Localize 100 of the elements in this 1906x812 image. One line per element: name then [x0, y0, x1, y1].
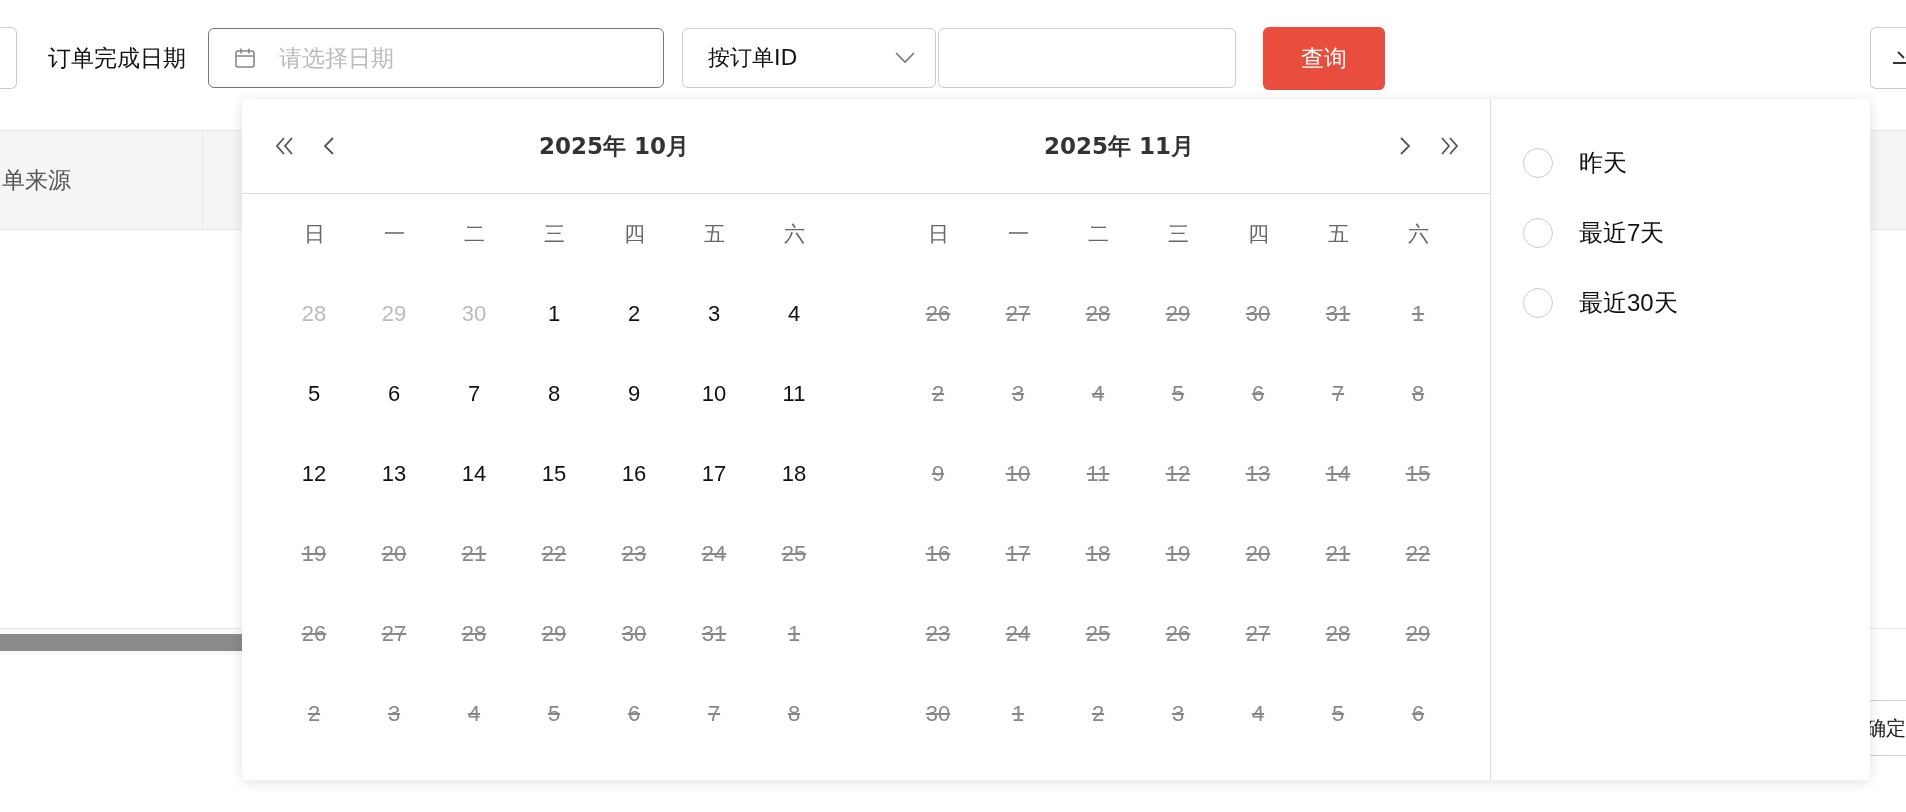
- calendar-day[interactable]: 23: [621, 541, 647, 567]
- calendar-day[interactable]: 20: [381, 541, 407, 567]
- calendar-day[interactable]: 4: [787, 301, 801, 327]
- calendar-day[interactable]: 24: [1005, 621, 1031, 647]
- calendar-day[interactable]: 1: [1011, 701, 1025, 727]
- calendar-day[interactable]: 12: [301, 461, 327, 487]
- calendar-day[interactable]: 4: [1251, 701, 1265, 727]
- calendar-day[interactable]: 3: [707, 301, 721, 327]
- calendar-day[interactable]: 13: [1245, 461, 1271, 487]
- calendar-day[interactable]: 4: [467, 701, 481, 727]
- calendar-day[interactable]: 25: [781, 541, 807, 567]
- calendar-day[interactable]: 11: [1086, 461, 1110, 487]
- calendar-day[interactable]: 16: [925, 541, 951, 567]
- calendar-day[interactable]: 26: [925, 301, 951, 327]
- calendar-day[interactable]: 30: [925, 701, 951, 727]
- weekday-label: 五: [703, 221, 725, 248]
- chevron-right-icon[interactable]: [1398, 136, 1412, 156]
- calendar-day[interactable]: 31: [701, 621, 727, 647]
- calendar-day[interactable]: 1: [787, 621, 801, 647]
- calendar-day[interactable]: 18: [781, 461, 807, 487]
- calendar-day[interactable]: 5: [307, 381, 321, 407]
- calendar-day[interactable]: 5: [1331, 701, 1345, 727]
- calendar-day[interactable]: 1: [547, 301, 561, 327]
- calendar-day[interactable]: 26: [301, 621, 327, 647]
- calendar-day[interactable]: 4: [1091, 381, 1105, 407]
- calendar-day[interactable]: 9: [627, 381, 641, 407]
- calendar-day[interactable]: 9: [931, 461, 945, 487]
- shortcut-option[interactable]: 最近30天: [1523, 283, 1678, 323]
- calendar-day[interactable]: 28: [1325, 621, 1351, 647]
- calendar-day[interactable]: 28: [1085, 301, 1111, 327]
- calendar-day[interactable]: 5: [1171, 381, 1185, 407]
- calendar-day[interactable]: 16: [621, 461, 647, 487]
- calendar-day[interactable]: 20: [1245, 541, 1271, 567]
- id-select[interactable]: 按订单ID: [682, 28, 936, 88]
- calendar-day[interactable]: 7: [467, 381, 481, 407]
- calendar-day[interactable]: 18: [1085, 541, 1111, 567]
- calendar-day[interactable]: 21: [1325, 541, 1351, 567]
- shortcut-option[interactable]: 最近7天: [1523, 213, 1665, 253]
- calendar-day[interactable]: 12: [1165, 461, 1191, 487]
- input-field[interactable]: [938, 28, 1236, 88]
- calendar-day[interactable]: 3: [1171, 701, 1185, 727]
- query-button[interactable]: 查询: [1263, 26, 1385, 90]
- calendar-day[interactable]: 30: [621, 621, 647, 647]
- calendar-day[interactable]: 6: [1251, 381, 1265, 407]
- calendar-day[interactable]: 2: [1091, 701, 1105, 727]
- calendar-day[interactable]: 2: [931, 381, 945, 407]
- input-field[interactable]: [0, 27, 17, 89]
- weekday-label: 一: [383, 221, 405, 248]
- calendar-day[interactable]: 15: [541, 461, 567, 487]
- calendar-day[interactable]: 19: [1165, 541, 1191, 567]
- calendar-day[interactable]: 10: [701, 381, 727, 407]
- calendar-day[interactable]: 2: [627, 301, 641, 327]
- calendar-day[interactable]: 10: [1005, 461, 1031, 487]
- calendar-day[interactable]: 29: [1165, 301, 1191, 327]
- calendar-day[interactable]: 28: [461, 621, 487, 647]
- calendar-day[interactable]: 25: [1085, 621, 1111, 647]
- calendar-day[interactable]: 30: [461, 301, 487, 327]
- calendar-day[interactable]: 27: [381, 621, 407, 647]
- calendar-day[interactable]: 8: [547, 381, 561, 407]
- chevron-left-icon[interactable]: [322, 136, 336, 156]
- calendar-day[interactable]: 17: [701, 461, 727, 487]
- calendar-day[interactable]: 13: [381, 461, 407, 487]
- calendar-day[interactable]: 3: [387, 701, 401, 727]
- calendar-day[interactable]: 2: [307, 701, 321, 727]
- calendar-day[interactable]: 19: [301, 541, 327, 567]
- calendar-day[interactable]: 15: [1405, 461, 1431, 487]
- calendar-day[interactable]: 8: [1411, 381, 1425, 407]
- calendar-day[interactable]: 21: [461, 541, 487, 567]
- calendar-day[interactable]: 29: [381, 301, 407, 327]
- calendar-day[interactable]: 29: [541, 621, 567, 647]
- calendar-day[interactable]: 30: [1245, 301, 1271, 327]
- calendar-day[interactable]: 17: [1005, 541, 1031, 567]
- export-button[interactable]: [1870, 27, 1906, 89]
- date-field[interactable]: 请选择日期: [208, 28, 664, 88]
- calendar-day[interactable]: 1: [1411, 301, 1425, 327]
- calendar-day[interactable]: 29: [1405, 621, 1431, 647]
- calendar-day[interactable]: 28: [301, 301, 327, 327]
- calendar-day[interactable]: 14: [1325, 461, 1351, 487]
- calendar-day[interactable]: 3: [1011, 381, 1025, 407]
- weekday-label: 一: [1007, 221, 1029, 248]
- calendar-day[interactable]: 7: [707, 701, 721, 727]
- calendar-day[interactable]: 6: [387, 381, 401, 407]
- calendar-day[interactable]: 11: [782, 381, 806, 407]
- calendar-day[interactable]: 27: [1245, 621, 1271, 647]
- calendar-day[interactable]: 6: [627, 701, 641, 727]
- calendar-day[interactable]: 8: [787, 701, 801, 727]
- calendar-day[interactable]: 23: [925, 621, 951, 647]
- calendar-day[interactable]: 7: [1331, 381, 1345, 407]
- calendar-day[interactable]: 6: [1411, 701, 1425, 727]
- calendar-day[interactable]: 24: [701, 541, 727, 567]
- calendar-day[interactable]: 27: [1005, 301, 1031, 327]
- calendar-day[interactable]: 26: [1165, 621, 1191, 647]
- calendar-day[interactable]: 14: [461, 461, 487, 487]
- double-chevron-right-icon[interactable]: [1438, 136, 1460, 156]
- calendar-day[interactable]: 5: [547, 701, 561, 727]
- calendar-day[interactable]: 22: [541, 541, 567, 567]
- shortcut-option[interactable]: 昨天: [1523, 143, 1627, 183]
- double-chevron-left-icon[interactable]: [274, 136, 296, 156]
- calendar-day[interactable]: 31: [1325, 301, 1351, 327]
- calendar-day[interactable]: 22: [1405, 541, 1431, 567]
